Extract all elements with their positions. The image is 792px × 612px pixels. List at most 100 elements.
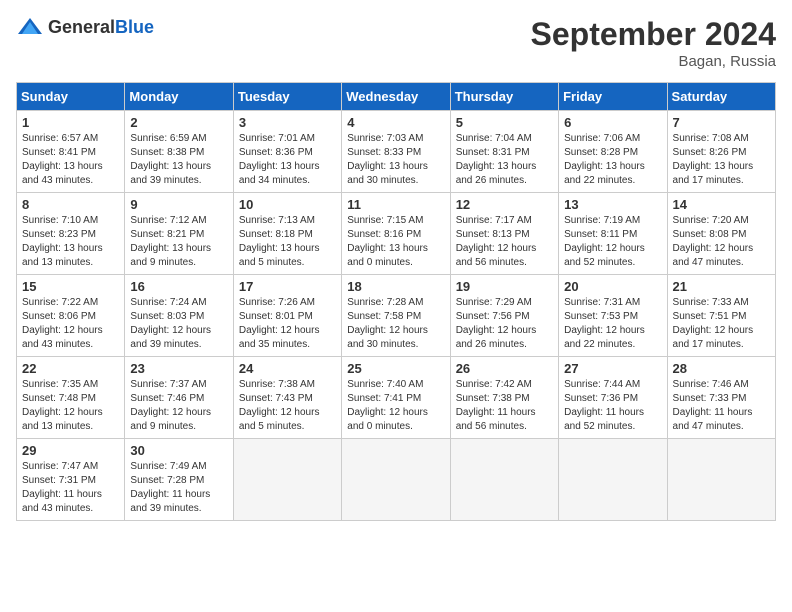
calendar-cell: 15 Sunrise: 7:22 AMSunset: 8:06 PMDayligh… [17,275,125,357]
day-number: 28 [673,361,770,376]
day-number: 30 [130,443,227,458]
calendar-cell: 27 Sunrise: 7:44 AMSunset: 7:36 PMDayligh… [559,357,667,439]
day-info: Sunrise: 7:26 AMSunset: 8:01 PMDaylight:… [239,296,336,352]
day-info: Sunrise: 7:46 AMSunset: 7:33 PMDaylight:… [673,378,770,434]
page-header: GeneralBlue September 2024 Bagan, Russia [16,16,776,70]
day-info: Sunrise: 7:19 AMSunset: 8:11 PMDaylight:… [564,214,661,270]
day-info: Sunrise: 7:31 AMSunset: 7:53 PMDaylight:… [564,296,661,352]
calendar-cell: 12 Sunrise: 7:17 AMSunset: 8:13 PMDayligh… [450,193,558,275]
calendar-week-row: 22Sunrise: 7:35 AMSunset: 7:48 PMDayligh… [17,357,776,439]
day-info: Sunrise: 7:35 AMSunset: 7:48 PMDaylight:… [22,378,119,434]
day-info: Sunrise: 7:22 AMSunset: 8:06 PMDaylight:… [22,296,119,352]
weekday-header-row: SundayMondayTuesdayWednesdayThursdayFrid… [17,83,776,111]
calendar-cell: 23Sunrise: 7:37 AMSunset: 7:46 PMDayligh… [125,357,233,439]
day-info: Sunrise: 7:38 AMSunset: 7:43 PMDaylight:… [239,378,336,434]
calendar-week-row: 8 Sunrise: 7:10 AMSunset: 8:23 PMDaylight… [17,193,776,275]
day-number: 12 [456,197,553,212]
calendar-cell [667,439,775,521]
day-number: 18 [347,279,444,294]
calendar-table: SundayMondayTuesdayWednesdayThursdayFrid… [16,82,776,521]
day-number: 14 [673,197,770,212]
calendar-cell: 26 Sunrise: 7:42 AMSunset: 7:38 PMDayligh… [450,357,558,439]
calendar-cell: 29 Sunrise: 7:47 AMSunset: 7:31 PMDayligh… [17,439,125,521]
day-number: 21 [673,279,770,294]
calendar-cell [450,439,558,521]
calendar-cell: 25 Sunrise: 7:40 AMSunset: 7:41 PMDayligh… [342,357,450,439]
day-info: Sunrise: 6:57 AMSunset: 8:41 PMDaylight:… [22,132,119,188]
weekday-header-wednesday: Wednesday [342,83,450,111]
calendar-week-row: 15 Sunrise: 7:22 AMSunset: 8:06 PMDayligh… [17,275,776,357]
day-info: Sunrise: 7:03 AMSunset: 8:33 PMDaylight:… [347,132,444,188]
calendar-cell: 21 Sunrise: 7:33 AMSunset: 7:51 PMDayligh… [667,275,775,357]
day-info: Sunrise: 7:01 AMSunset: 8:36 PMDaylight:… [239,132,336,188]
day-number: 17 [239,279,336,294]
day-info: Sunrise: 7:04 AMSunset: 8:31 PMDaylight:… [456,132,553,188]
day-number: 10 [239,197,336,212]
day-info: Sunrise: 7:47 AMSunset: 7:31 PMDaylight:… [22,460,119,516]
weekday-header-sunday: Sunday [17,83,125,111]
calendar-cell: 8 Sunrise: 7:10 AMSunset: 8:23 PMDaylight… [17,193,125,275]
weekday-header-monday: Monday [125,83,233,111]
day-number: 5 [456,115,553,130]
logo-text-blue: Blue [115,17,154,37]
day-info: Sunrise: 7:49 AMSunset: 7:28 PMDaylight:… [130,460,227,516]
calendar-cell: 3Sunrise: 7:01 AMSunset: 8:36 PMDaylight… [233,111,341,193]
day-number: 15 [22,279,119,294]
day-info: Sunrise: 7:44 AMSunset: 7:36 PMDaylight:… [564,378,661,434]
month-year: September 2024 [531,16,776,53]
day-number: 23 [130,361,227,376]
calendar-cell: 9Sunrise: 7:12 AMSunset: 8:21 PMDaylight… [125,193,233,275]
calendar-cell: 10Sunrise: 7:13 AMSunset: 8:18 PMDayligh… [233,193,341,275]
calendar-cell: 2 Sunrise: 6:59 AMSunset: 8:38 PMDaylight… [125,111,233,193]
calendar-cell: 24 Sunrise: 7:38 AMSunset: 7:43 PMDayligh… [233,357,341,439]
logo: GeneralBlue [16,16,154,38]
calendar-cell: 19 Sunrise: 7:29 AMSunset: 7:56 PMDayligh… [450,275,558,357]
calendar-cell: 7Sunrise: 7:08 AMSunset: 8:26 PMDaylight… [667,111,775,193]
day-number: 26 [456,361,553,376]
day-info: Sunrise: 7:42 AMSunset: 7:38 PMDaylight:… [456,378,553,434]
day-number: 25 [347,361,444,376]
calendar-cell: 16Sunrise: 7:24 AMSunset: 8:03 PMDayligh… [125,275,233,357]
day-number: 29 [22,443,119,458]
calendar-cell: 28 Sunrise: 7:46 AMSunset: 7:33 PMDayligh… [667,357,775,439]
day-number: 8 [22,197,119,212]
calendar-cell: 11 Sunrise: 7:15 AMSunset: 8:16 PMDayligh… [342,193,450,275]
weekday-header-tuesday: Tuesday [233,83,341,111]
day-info: Sunrise: 7:29 AMSunset: 7:56 PMDaylight:… [456,296,553,352]
calendar-cell: 14 Sunrise: 7:20 AMSunset: 8:08 PMDayligh… [667,193,775,275]
day-info: Sunrise: 6:59 AMSunset: 8:38 PMDaylight:… [130,132,227,188]
day-info: Sunrise: 7:08 AMSunset: 8:26 PMDaylight:… [673,132,770,188]
title-block: September 2024 Bagan, Russia [531,16,776,70]
day-info: Sunrise: 7:28 AMSunset: 7:58 PMDaylight:… [347,296,444,352]
calendar-cell: 30 Sunrise: 7:49 AMSunset: 7:28 PMDayligh… [125,439,233,521]
day-number: 13 [564,197,661,212]
calendar-week-row: 1Sunrise: 6:57 AMSunset: 8:41 PMDaylight… [17,111,776,193]
day-info: Sunrise: 7:10 AMSunset: 8:23 PMDaylight:… [22,214,119,270]
calendar-cell: 20 Sunrise: 7:31 AMSunset: 7:53 PMDayligh… [559,275,667,357]
calendar-cell [342,439,450,521]
calendar-cell [233,439,341,521]
day-info: Sunrise: 7:12 AMSunset: 8:21 PMDaylight:… [130,214,227,270]
day-number: 27 [564,361,661,376]
weekday-header-saturday: Saturday [667,83,775,111]
day-info: Sunrise: 7:15 AMSunset: 8:16 PMDaylight:… [347,214,444,270]
calendar-cell: 22Sunrise: 7:35 AMSunset: 7:48 PMDayligh… [17,357,125,439]
day-number: 20 [564,279,661,294]
day-number: 19 [456,279,553,294]
day-number: 16 [130,279,227,294]
day-info: Sunrise: 7:40 AMSunset: 7:41 PMDaylight:… [347,378,444,434]
calendar-cell: 1Sunrise: 6:57 AMSunset: 8:41 PMDaylight… [17,111,125,193]
day-number: 6 [564,115,661,130]
weekday-header-friday: Friday [559,83,667,111]
calendar-cell: 17 Sunrise: 7:26 AMSunset: 8:01 PMDayligh… [233,275,341,357]
day-info: Sunrise: 7:33 AMSunset: 7:51 PMDaylight:… [673,296,770,352]
calendar-cell: 4Sunrise: 7:03 AMSunset: 8:33 PMDaylight… [342,111,450,193]
day-number: 2 [130,115,227,130]
day-info: Sunrise: 7:20 AMSunset: 8:08 PMDaylight:… [673,214,770,270]
day-number: 11 [347,197,444,212]
calendar-cell [559,439,667,521]
day-info: Sunrise: 7:17 AMSunset: 8:13 PMDaylight:… [456,214,553,270]
calendar-cell: 6 Sunrise: 7:06 AMSunset: 8:28 PMDaylight… [559,111,667,193]
day-number: 24 [239,361,336,376]
day-info: Sunrise: 7:06 AMSunset: 8:28 PMDaylight:… [564,132,661,188]
